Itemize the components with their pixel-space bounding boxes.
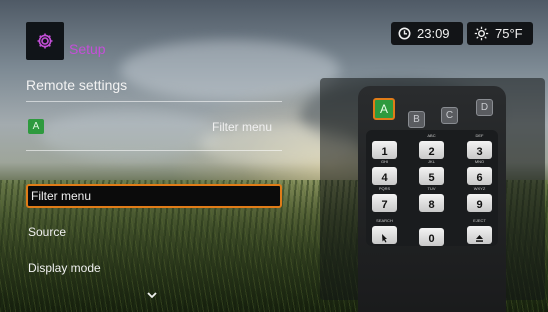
remote-key-search: SEARCH [372, 218, 397, 244]
remote-key-1: 1 [372, 141, 397, 159]
remote-key-7: PQRS 7 [372, 186, 397, 212]
remote-key-c[interactable]: C [441, 107, 458, 124]
menu-item-label: Source [28, 225, 67, 239]
setup-logo [26, 22, 64, 60]
remote-key-3: DEF 3 [467, 133, 492, 159]
key-sublabel: MNO [474, 159, 485, 164]
setup-screen: Setup 23:09 75°F Remote settings A Filte… [0, 0, 548, 312]
clock-icon [398, 27, 411, 40]
key-label: 2 [428, 146, 435, 158]
remote-key-6: MNO 6 [467, 159, 492, 185]
background-cloud [40, 110, 220, 160]
remote-key-a-label: A [379, 102, 388, 116]
key-sublabel: EJECT [473, 218, 486, 223]
background-cloud [120, 40, 340, 100]
key-label: 7 [381, 199, 388, 211]
key-sublabel: SEARCH [376, 218, 393, 223]
gear-icon [37, 33, 53, 49]
key-sublabel: DEF [475, 133, 484, 138]
remote-key-a[interactable]: A [373, 98, 395, 120]
key-label: 6 [476, 172, 483, 184]
temperature: 75°F [495, 26, 523, 41]
menu-item-label: Display mode [28, 261, 101, 275]
key-sublabel: TUV [427, 186, 436, 191]
chevron-down-icon[interactable] [146, 289, 158, 301]
remote-key-b[interactable]: B [408, 111, 425, 128]
remote-key-2: ABC 2 [419, 133, 444, 159]
eject-icon [476, 235, 483, 242]
search-key-icon [381, 234, 387, 243]
divider [26, 150, 282, 151]
page-title: Setup [69, 41, 106, 57]
remote-key-d[interactable]: D [476, 99, 493, 116]
sun-icon [474, 26, 489, 41]
key-sublabel: JKL [428, 159, 435, 164]
key-sublabel: GHI [380, 159, 389, 164]
clock-time: 23:09 [417, 26, 450, 41]
key-label: 5 [428, 172, 435, 184]
menu-item-filter-menu[interactable]: Filter menu [26, 184, 282, 208]
remote-key-8: TUV 8 [419, 186, 444, 212]
key-label: 1 [381, 146, 388, 158]
remote-key-9: WXYZ 9 [467, 186, 492, 212]
assigned-button-badge: A [28, 119, 44, 134]
key-label: 9 [476, 199, 483, 211]
remote-key-0: 0 [419, 228, 444, 246]
key-label: 0 [428, 233, 435, 245]
key-label: 3 [476, 146, 483, 158]
clock-display: 23:09 [391, 22, 463, 45]
menu-item-source[interactable]: Source [26, 220, 282, 244]
remote-key-5: JKL 5 [419, 159, 444, 185]
key-label: 8 [428, 199, 435, 211]
menu-item-display-mode[interactable]: Display mode [26, 256, 282, 280]
key-sublabel: ABC [427, 133, 436, 138]
key-label: 4 [381, 172, 388, 184]
section-title: Remote settings [26, 77, 128, 93]
key-sublabel: WXYZ [473, 186, 486, 191]
key-sublabel: PQRS [378, 186, 391, 191]
divider [26, 101, 282, 102]
remote-key-eject: EJECT [467, 218, 492, 244]
weather-display: 75°F [467, 22, 533, 45]
assigned-function-label: Filter menu [212, 120, 273, 134]
menu-item-label: Filter menu [31, 189, 92, 203]
remote-key-4: GHI 4 [372, 159, 397, 185]
